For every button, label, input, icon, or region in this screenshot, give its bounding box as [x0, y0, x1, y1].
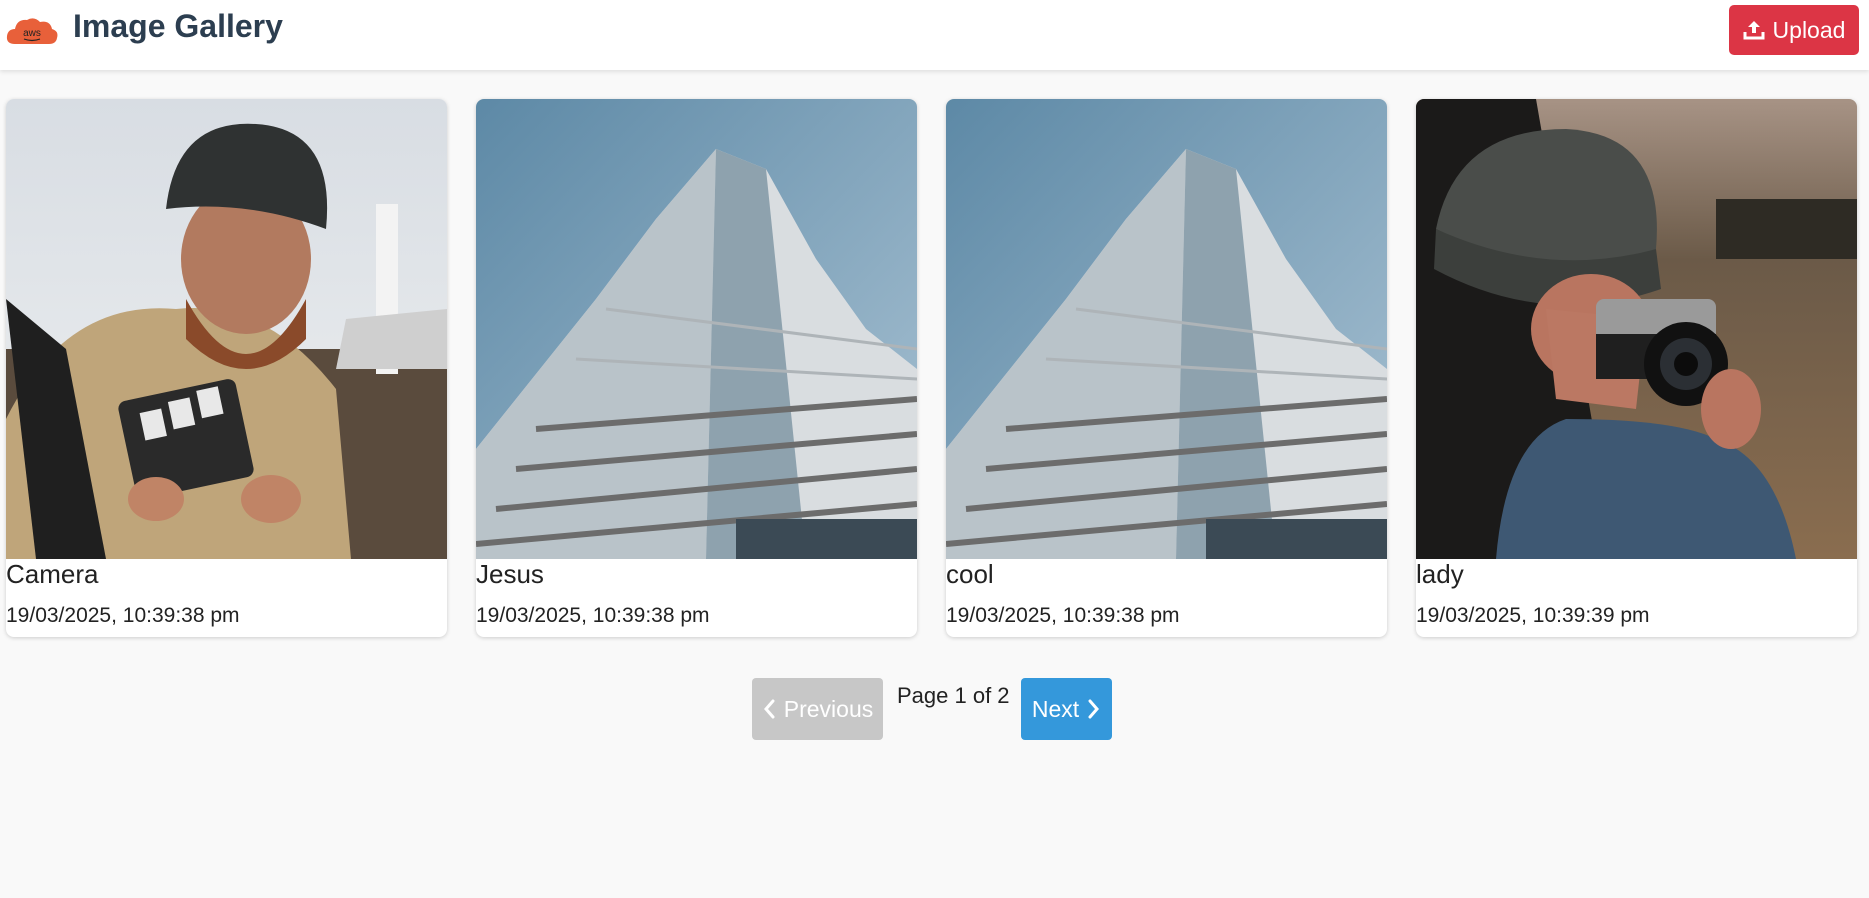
image-caption: cool: [946, 559, 994, 589]
upload-icon: [1743, 21, 1765, 40]
gallery-card[interactable]: lady 19/03/2025, 10:39:39 pm: [1416, 99, 1857, 637]
gallery-image[interactable]: [1416, 99, 1857, 559]
page-title: Image Gallery: [73, 8, 283, 44]
chevron-left-icon: [763, 699, 775, 719]
gallery-card[interactable]: Camera 19/03/2025, 10:39:38 pm: [6, 99, 447, 637]
gallery-card[interactable]: cool 19/03/2025, 10:39:38 pm: [946, 99, 1387, 637]
gallery-image[interactable]: [6, 99, 447, 559]
aws-cloud-logo: aws: [6, 18, 58, 44]
previous-button-label: Previous: [783, 695, 874, 722]
chevron-right-icon: [1088, 699, 1100, 719]
image-caption: Camera: [6, 559, 99, 589]
image-date: 19/03/2025, 10:39:38 pm: [6, 604, 240, 627]
image-date: 19/03/2025, 10:39:38 pm: [476, 604, 710, 627]
upload-button-label: Upload: [1772, 16, 1846, 43]
gallery-image[interactable]: [476, 99, 917, 559]
svg-text:aws: aws: [23, 28, 41, 39]
upload-button[interactable]: Upload: [1729, 5, 1859, 55]
next-button-label: Next: [1031, 695, 1080, 722]
gallery-card[interactable]: Jesus 19/03/2025, 10:39:38 pm: [476, 99, 917, 637]
image-date: 19/03/2025, 10:39:38 pm: [946, 604, 1180, 627]
gallery-image[interactable]: [946, 99, 1387, 559]
image-caption: Jesus: [476, 559, 544, 589]
previous-button[interactable]: Previous: [752, 678, 883, 740]
image-date: 19/03/2025, 10:39:39 pm: [1416, 604, 1650, 627]
page-indicator: Page 1 of 2: [897, 683, 1010, 708]
image-gallery: Camera 19/03/2025, 10:39:38 pm Jesus 19/…: [6, 99, 1858, 637]
app-header: aws Image Gallery Upload: [0, 0, 1869, 70]
image-caption: lady: [1416, 559, 1464, 589]
next-button[interactable]: Next: [1021, 678, 1112, 740]
pagination: Previous Page 1 of 2 Next: [0, 678, 1869, 740]
